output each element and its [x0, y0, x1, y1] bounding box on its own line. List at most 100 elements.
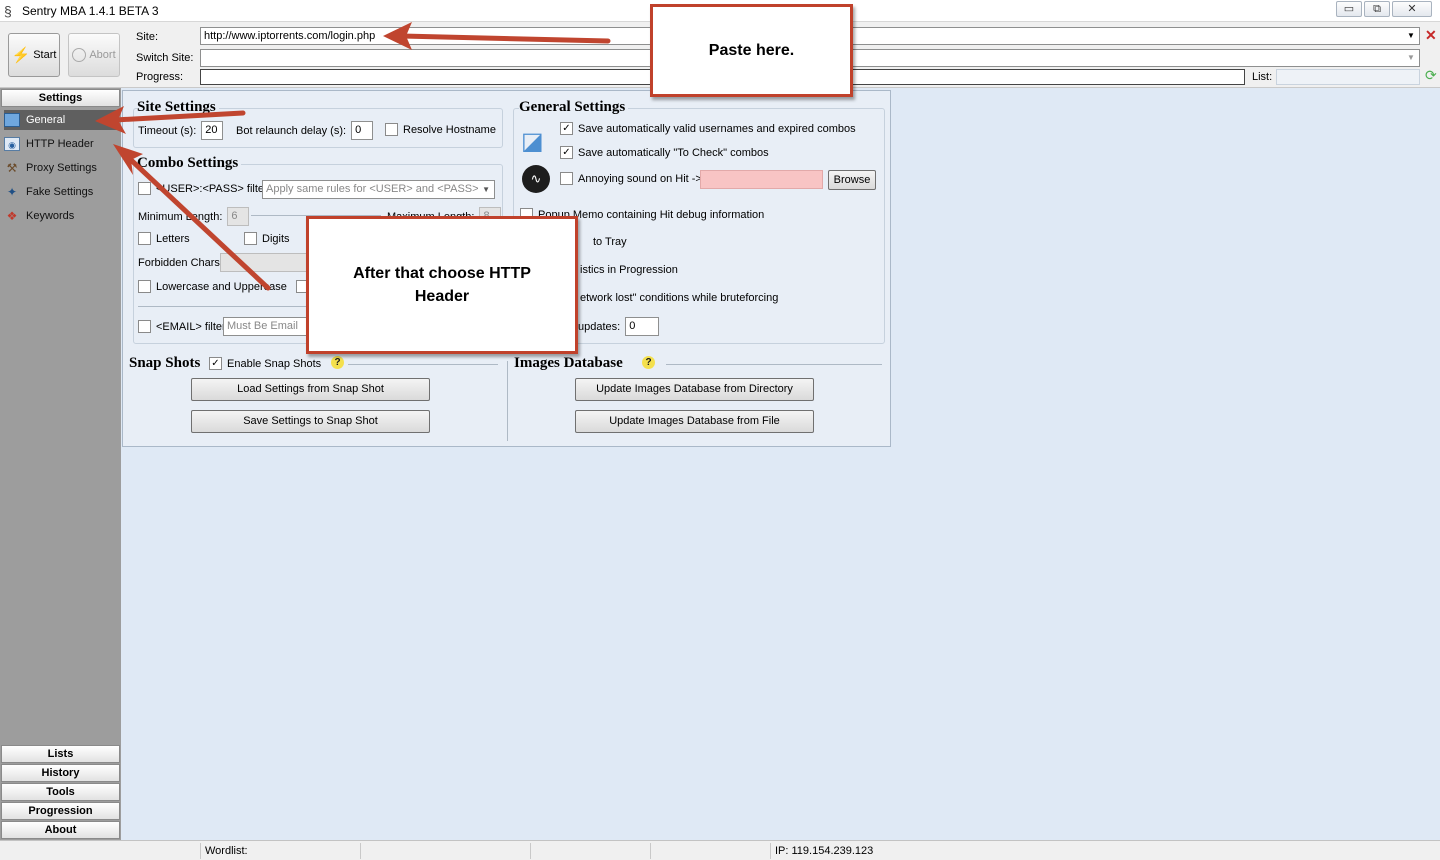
min-length-label: Minimum Length:: [138, 210, 223, 223]
sidebar-item-fake-settings[interactable]: ✦ Fake Settings: [4, 182, 118, 202]
load-snapshot-button[interactable]: Load Settings from Snap Shot: [191, 378, 430, 401]
sidebar: Settings General ◉ HTTP Header ⚒ Proxy S…: [0, 88, 121, 840]
images-database-title: Images Database: [514, 355, 623, 371]
letters-row: Letters: [138, 232, 190, 245]
close-window-button[interactable]: ✕: [1392, 1, 1432, 17]
userpass-filter-label: <USER>:<PASS> filter:: [156, 182, 271, 195]
update-images-directory-button[interactable]: Update Images Database from Directory: [575, 378, 814, 401]
letters-checkbox[interactable]: [138, 232, 151, 245]
save-tocheck-label: Save automatically "To Check" combos: [578, 146, 769, 159]
userpass-filter-checkbox[interactable]: [138, 182, 151, 195]
lowerupper-checkbox[interactable]: [138, 280, 151, 293]
email-filter-checkbox[interactable]: [138, 320, 151, 333]
sidebar-header-settings[interactable]: Settings: [1, 89, 120, 107]
clear-site-icon[interactable]: ✕: [1425, 27, 1437, 44]
network-row: etwork lost" conditions while bruteforci…: [580, 292, 778, 304]
forbidden-chars-input[interactable]: [220, 253, 320, 272]
sound-file-input[interactable]: [700, 170, 823, 189]
stats-label: istics in Progression: [580, 264, 678, 276]
min-length-input[interactable]: 6: [227, 207, 250, 226]
combo-settings-title: Combo Settings: [137, 155, 242, 172]
snapshots-title: Snap Shots: [129, 355, 201, 371]
enable-snapshots-checkbox[interactable]: ✓: [209, 357, 222, 370]
update-images-file-button[interactable]: Update Images Database from File: [575, 410, 814, 433]
min-length-row: Minimum Length: 6: [138, 207, 250, 226]
digits-checkbox[interactable]: [244, 232, 257, 245]
updates-row: updates: 0: [578, 317, 660, 336]
refresh-icon[interactable]: ⟳: [1425, 67, 1437, 84]
relaunch-input[interactable]: 0: [351, 121, 374, 140]
digits-row: Digits: [244, 232, 290, 245]
list-field: [1276, 69, 1420, 85]
save-snapshot-button[interactable]: Save Settings to Snap Shot: [191, 410, 430, 433]
resolve-hostname-label: Resolve Hostname: [403, 123, 496, 136]
maximize-button[interactable]: ⧉: [1364, 1, 1390, 17]
email-filter-row: <EMAIL> filter:: [138, 320, 229, 333]
timeout-input[interactable]: 20: [201, 121, 224, 140]
window-title: Sentry MBA 1.4.1 BETA 3: [22, 4, 159, 18]
letters-label: Letters: [156, 232, 190, 245]
wordlist-status: Wordlist:: [200, 843, 350, 859]
site-dropdown-chevron-icon[interactable]: ▼: [1407, 31, 1415, 40]
paste-here-text: Paste here.: [708, 42, 795, 59]
status-cell: [650, 843, 770, 859]
save-tocheck-row: ✓ Save automatically "To Check" combos: [560, 146, 769, 159]
userpass-filter-select[interactable]: Apply same rules for <USER> and <PASS> ▼: [262, 180, 495, 199]
sidebar-item-label: Fake Settings: [26, 186, 94, 198]
sidebar-item-label: Proxy Settings: [26, 162, 97, 174]
monitor-icon: [4, 113, 20, 127]
paste-here-callout: Paste here.: [650, 4, 853, 97]
start-button[interactable]: ⚡ Start: [8, 33, 60, 77]
site-label: Site:: [136, 31, 159, 43]
abort-button[interactable]: Abort: [68, 33, 120, 77]
enable-snapshots-row: ✓ Enable Snap Shots: [209, 357, 321, 370]
sidebar-section-tools[interactable]: Tools: [1, 783, 120, 801]
sidebar-item-proxy-settings[interactable]: ⚒ Proxy Settings: [4, 158, 118, 178]
snapshots-divider: [348, 364, 498, 365]
sidebar-item-http-header[interactable]: ◉ HTTP Header: [4, 134, 118, 154]
choose-http-callout: After that choose HTTP Header: [306, 216, 578, 354]
sidebar-item-general[interactable]: General: [4, 110, 118, 130]
timeout-label: Timeout (s):: [138, 124, 197, 137]
browse-button[interactable]: Browse: [828, 170, 876, 190]
userpass-filter-row: <USER>:<PASS> filter:: [138, 182, 271, 195]
sidebar-section-progression[interactable]: Progression: [1, 802, 120, 820]
resolve-hostname-row: Resolve Hostname: [385, 123, 496, 136]
email-filter-select[interactable]: Must Be Email: [223, 317, 308, 336]
snapshots-help-icon[interactable]: ?: [331, 356, 344, 369]
save-valid-checkbox[interactable]: ✓: [560, 122, 573, 135]
images-db-divider: [666, 364, 882, 365]
vertical-divider: [507, 361, 508, 441]
hammer-icon: ⚒: [6, 161, 18, 175]
sidebar-section-history[interactable]: History: [1, 764, 120, 782]
keywords-icon: ❖: [6, 209, 18, 223]
http-header-icon: ◉: [4, 137, 20, 151]
sound-checkbox[interactable]: [560, 172, 573, 185]
progress-label: Progress:: [136, 71, 184, 83]
status-bar: Wordlist: IP: 119.154.239.123: [0, 840, 1440, 860]
save-valid-label: Save automatically valid usernames and e…: [578, 122, 856, 135]
lightning-icon: ⚡: [11, 47, 31, 64]
save-tocheck-checkbox[interactable]: ✓: [560, 146, 573, 159]
sidebar-section-lists[interactable]: Lists: [1, 745, 120, 763]
sidebar-item-label: HTTP Header: [26, 138, 94, 150]
resolve-hostname-checkbox[interactable]: [385, 123, 398, 136]
minimize-button[interactable]: ▭: [1336, 1, 1362, 17]
lowerupper-label: Lowercase and Uppercase: [156, 280, 287, 293]
email-filter-value: Must Be Email: [227, 320, 298, 332]
digits-label: Digits: [262, 232, 290, 245]
sound-wave-icon: ∿: [522, 165, 550, 193]
sidebar-item-keywords[interactable]: ❖ Keywords: [4, 206, 118, 226]
updates-input[interactable]: 0: [625, 317, 660, 336]
tray-row: to Tray: [593, 236, 627, 248]
images-db-help-icon[interactable]: ?: [642, 356, 655, 369]
timeout-row: Timeout (s): 20: [138, 121, 224, 140]
app-logo-icon: §: [4, 3, 12, 19]
userpass-filter-chevron-icon: ▼: [482, 185, 490, 194]
relaunch-label: Bot relaunch delay (s):: [236, 124, 347, 137]
sidebar-section-about[interactable]: About: [1, 821, 120, 839]
stats-row: istics in Progression: [580, 264, 678, 276]
lowerupper-row: Lowercase and Uppercase: [138, 280, 287, 293]
switch-site-chevron-icon[interactable]: ▼: [1407, 53, 1415, 62]
choose-http-text: After that choose HTTP Header: [353, 265, 531, 305]
